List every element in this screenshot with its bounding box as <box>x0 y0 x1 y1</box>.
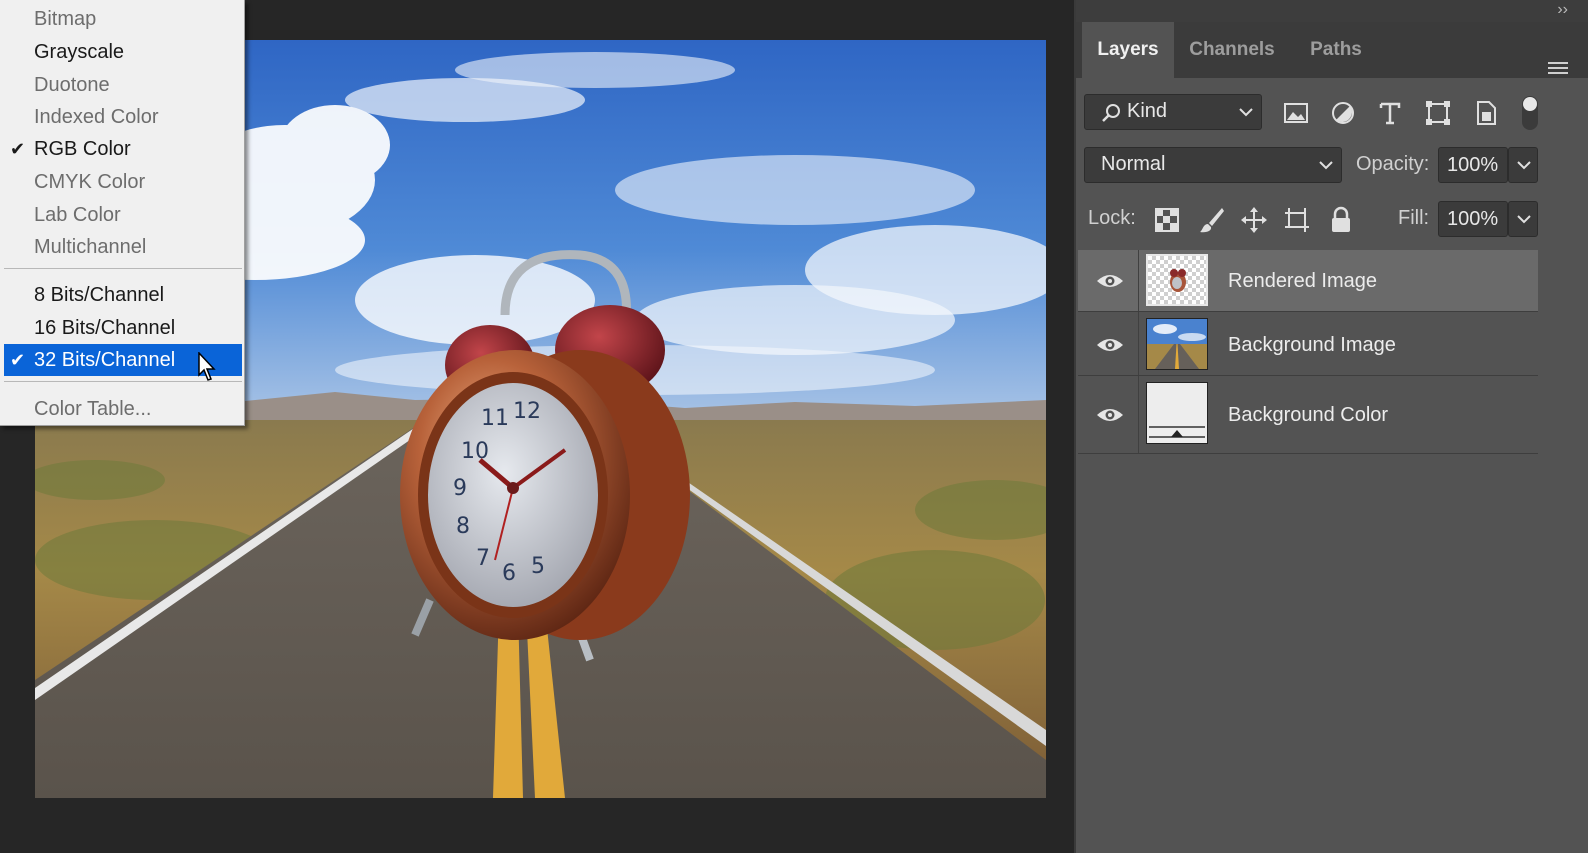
panel-topbar: ›› <box>1076 0 1588 22</box>
fill-input[interactable]: 100% <box>1438 201 1508 237</box>
menu-item-16-bits-channel[interactable]: 16 Bits/Channel <box>4 312 242 344</box>
menu-item-8-bits-channel[interactable]: 8 Bits/Channel <box>4 279 242 311</box>
lock-image-pixels-icon[interactable] <box>1197 205 1227 235</box>
filter-toggle-switch[interactable] <box>1522 96 1538 130</box>
lock-label: Lock: <box>1088 207 1136 229</box>
eye-icon[interactable] <box>1096 272 1124 290</box>
menu-item-label: Multichannel <box>34 236 147 258</box>
svg-text:7: 7 <box>476 546 490 571</box>
menu-item-color-table[interactable]: Color Table... <box>4 393 242 425</box>
tab-layers[interactable]: Layers <box>1082 22 1174 78</box>
tab-paths[interactable]: Paths <box>1290 22 1382 78</box>
blend-mode-select[interactable]: Normal <box>1084 147 1342 183</box>
layer-row-background-color[interactable]: Background Color <box>1078 376 1538 454</box>
layer-row-background-image[interactable]: Background Image <box>1078 312 1538 376</box>
menu-item-rgb-color[interactable]: ✔ RGB Color <box>4 133 242 165</box>
opacity-label: Opacity: <box>1356 153 1430 175</box>
layer-name: Background Color <box>1228 404 1389 426</box>
fill-label: Fill: <box>1398 207 1430 229</box>
chevron-down-icon <box>1239 108 1253 117</box>
layer-name: Background Image <box>1228 334 1396 356</box>
collapse-panels-button[interactable]: ›› <box>1557 0 1568 20</box>
layer-thumbnail-rendered-image <box>1146 254 1208 306</box>
menu-item-label: Color Table... <box>34 398 152 420</box>
menu-item-label: Bitmap <box>34 8 97 30</box>
fill-layer-icon <box>1149 426 1205 438</box>
menu-item-grayscale[interactable]: Grayscale <box>4 36 242 68</box>
lock-transparent-pixels-icon[interactable] <box>1152 205 1182 235</box>
menu-item-multichannel[interactable]: Multichannel <box>4 231 242 263</box>
opacity-slider-button[interactable] <box>1508 147 1538 183</box>
type-filter-icon[interactable] <box>1375 98 1405 128</box>
chevron-down-icon <box>1517 215 1531 224</box>
svg-text:6: 6 <box>502 561 516 586</box>
menu-item-duotone[interactable]: Duotone <box>4 69 242 101</box>
smart-object-filter-icon[interactable] <box>1471 98 1501 128</box>
menu-item-label: CMYK Color <box>34 171 146 193</box>
blend-mode-value: Normal <box>1101 153 1166 175</box>
layer-row-rendered-image[interactable]: Rendered Image <box>1078 250 1538 312</box>
menu-item-label: 8 Bits/Channel <box>34 284 165 306</box>
layer-thumbnail-background-color <box>1146 382 1208 444</box>
opacity-value: 100% <box>1447 154 1499 176</box>
svg-text:10: 10 <box>461 439 489 464</box>
panel-tabs: Layers Channels Paths <box>1076 22 1588 78</box>
svg-text:8: 8 <box>456 514 470 539</box>
adjustment-filter-icon[interactable] <box>1328 98 1358 128</box>
tab-channels[interactable]: Channels <box>1174 22 1290 78</box>
svg-text:12: 12 <box>513 399 541 424</box>
mouse-cursor-icon <box>198 352 216 381</box>
fill-value: 100% <box>1447 208 1499 230</box>
eye-icon[interactable] <box>1096 336 1124 354</box>
menu-item-bitmap[interactable]: Bitmap <box>4 3 242 35</box>
checkmark-icon: ✔ <box>10 139 26 159</box>
eye-icon[interactable] <box>1096 406 1124 424</box>
lock-artboard-icon[interactable] <box>1282 205 1312 235</box>
shape-filter-icon[interactable] <box>1423 98 1453 128</box>
menu-item-label: Lab Color <box>34 204 121 226</box>
menu-item-lab-color[interactable]: Lab Color <box>4 199 242 231</box>
panel-menu-icon[interactable] <box>1548 62 1568 76</box>
menu-item-label: 16 Bits/Channel <box>34 317 176 339</box>
menu-item-label: Indexed Color <box>34 106 159 128</box>
road-landscape-thumbnail <box>1147 319 1207 369</box>
layer-thumbnail-background-image <box>1146 318 1208 370</box>
checkmark-icon: ✔ <box>10 350 26 370</box>
layers-panel: ›› Layers Channels Paths Kind Normal Opa… <box>1074 0 1588 853</box>
menu-item-cmyk-color[interactable]: CMYK Color <box>4 166 242 198</box>
layer-filter-kind-select[interactable]: Kind <box>1084 94 1262 130</box>
layer-name: Rendered Image <box>1228 270 1377 292</box>
lock-all-icon[interactable] <box>1326 205 1356 235</box>
menu-item-label: Grayscale <box>34 41 125 63</box>
fill-slider-button[interactable] <box>1508 201 1538 237</box>
svg-text:11: 11 <box>481 406 509 431</box>
chevron-down-icon <box>1517 161 1531 170</box>
chevron-down-icon <box>1319 161 1333 170</box>
menu-item-label: Duotone <box>34 74 110 96</box>
svg-text:5: 5 <box>531 554 545 579</box>
menu-separator <box>4 268 242 269</box>
search-icon <box>1102 104 1120 122</box>
menu-item-label: 32 Bits/Channel <box>34 349 176 371</box>
opacity-input[interactable]: 100% <box>1438 147 1508 183</box>
image-filter-icon[interactable] <box>1281 98 1311 128</box>
menu-item-label: RGB Color <box>34 138 131 160</box>
svg-text:9: 9 <box>453 476 467 501</box>
alarm-clock-thumbnail <box>1170 269 1186 292</box>
menu-item-indexed-color[interactable]: Indexed Color <box>4 101 242 133</box>
filter-kind-value: Kind <box>1127 100 1168 122</box>
lock-position-icon[interactable] <box>1239 205 1269 235</box>
